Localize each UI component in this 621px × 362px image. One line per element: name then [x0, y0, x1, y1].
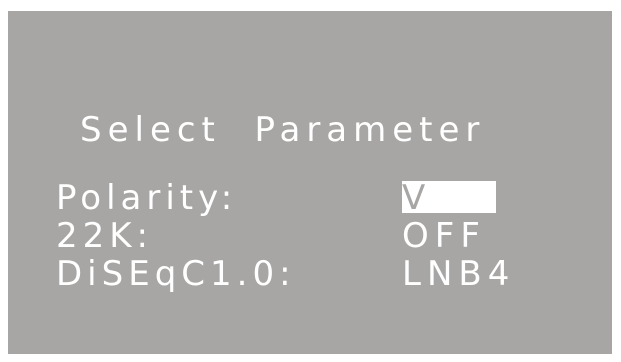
menu-title: Select Parameter — [80, 110, 486, 150]
polarity-value[interactable]: V — [402, 181, 496, 215]
22k-value[interactable]: OFF — [402, 219, 486, 253]
polarity-label: Polarity: — [56, 178, 238, 218]
menu-row-22k[interactable]: 22K: OFF — [56, 219, 576, 255]
osd-screen: Select Parameter Polarity: V 22K: OFF Di… — [8, 11, 612, 354]
22k-label: 22K: — [56, 216, 154, 256]
diseqc-value[interactable]: LNB4 — [402, 257, 515, 291]
menu-row-diseqc[interactable]: DiSEqC1.0: LNB4 — [56, 257, 576, 293]
menu-row-polarity[interactable]: Polarity: V — [56, 181, 576, 217]
diseqc-label: DiSEqC1.0: — [56, 254, 296, 294]
